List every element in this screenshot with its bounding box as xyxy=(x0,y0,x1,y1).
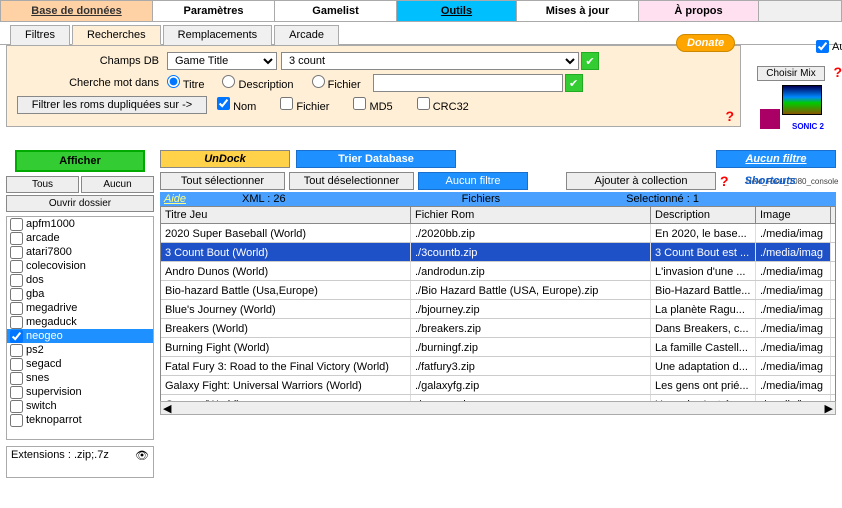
toolbar-help-icon[interactable]: ? xyxy=(720,173,729,189)
aide-link[interactable]: Aide xyxy=(164,193,186,205)
subtab-search[interactable]: Recherches xyxy=(72,25,161,45)
system-item[interactable]: arcade xyxy=(7,231,153,245)
tab-about[interactable]: À propos xyxy=(639,1,759,21)
left-panel: Afficher Tous Aucun Ouvrir dossier apfm1… xyxy=(6,150,154,478)
main-tabs: Base de données Paramètres Gamelist Outi… xyxy=(0,0,842,22)
champs-select[interactable]: Game Title xyxy=(167,52,277,70)
tout-desel-button[interactable]: Tout déselectionner xyxy=(289,172,414,190)
search-text-input[interactable] xyxy=(373,74,563,92)
subtab-replace[interactable]: Remplacements xyxy=(163,25,272,45)
info-bar: Aide XML : 26 Fichiers Selectionné : 1 xyxy=(160,192,836,206)
shortcuts-link[interactable]: Shortcuts xyxy=(745,175,796,187)
extensions-label: Extensions : .zip;.7z xyxy=(11,449,109,461)
choisir-mix-button[interactable]: Choisir Mix xyxy=(757,66,824,81)
table-row[interactable]: Blue's Journey (World)./bjourney.zipLa p… xyxy=(161,300,835,319)
auto-template-check[interactable]: Auto template xyxy=(816,40,842,53)
chk-nom[interactable]: Nom xyxy=(217,97,256,113)
tab-tools[interactable]: Outils xyxy=(397,1,517,21)
grid-header[interactable]: Titre Jeu Fichier Rom Description Image xyxy=(161,207,835,224)
col-desc[interactable]: Description xyxy=(651,207,756,223)
undock-button[interactable]: UnDock xyxy=(160,150,290,168)
subtab-filters[interactable]: Filtres xyxy=(10,25,70,45)
tous-button[interactable]: Tous xyxy=(6,176,79,193)
system-item[interactable]: gba xyxy=(7,287,153,301)
tab-gamelist[interactable]: Gamelist xyxy=(275,1,397,21)
champs-label: Champs DB xyxy=(17,55,167,67)
help-mix-icon[interactable]: ? xyxy=(833,64,842,80)
extensions-box: Extensions : .zip;.7z 👁 xyxy=(6,446,154,478)
confirm-text-icon[interactable]: ✔ xyxy=(565,74,583,92)
system-item[interactable]: megadrive xyxy=(7,301,153,315)
fichiers-label: Fichiers xyxy=(462,193,501,205)
subtab-arcade[interactable]: Arcade xyxy=(274,25,339,45)
motdans-label: Cherche mot dans xyxy=(17,77,167,89)
table-row[interactable]: 3 Count Bout (World)./3countb.zip3 Count… xyxy=(161,243,835,262)
filter-dup-button[interactable]: Filtrer les roms dupliquées sur -> xyxy=(17,96,207,114)
table-row[interactable]: 2020 Super Baseball (World)./2020bb.zipE… xyxy=(161,224,835,243)
chk-crc[interactable]: CRC32 xyxy=(417,97,469,113)
table-row[interactable]: Galaxy Fight: Universal Warriors (World)… xyxy=(161,376,835,395)
system-item[interactable]: supervision xyxy=(7,385,153,399)
ext-eye-icon[interactable]: 👁 xyxy=(135,449,149,462)
trier-button[interactable]: Trier Database xyxy=(296,150,456,168)
tab-params[interactable]: Paramètres xyxy=(153,1,275,21)
table-row[interactable]: Breakers (World)./breakers.zipDans Break… xyxy=(161,319,835,338)
system-item[interactable]: segacd xyxy=(7,357,153,371)
system-item[interactable]: teknoparrot xyxy=(7,413,153,427)
tab-updates[interactable]: Mises à jour xyxy=(517,1,639,21)
chk-md5[interactable]: MD5 xyxy=(353,97,392,113)
selection-label: Selectionné : 1 xyxy=(626,193,699,205)
aucun-filtre-top-button[interactable]: Aucun filtre xyxy=(716,150,836,168)
tout-sel-button[interactable]: Tout sélectionner xyxy=(160,172,285,190)
scroll-left-icon[interactable]: ◀ xyxy=(163,402,171,415)
table-row[interactable]: Fatal Fury 3: Road to the Final Victory … xyxy=(161,357,835,376)
col-img[interactable]: Image xyxy=(756,207,831,223)
table-row[interactable]: Andro Dunos (World)./androdun.zipL'invas… xyxy=(161,262,835,281)
template-thumbnail[interactable]: SONIC 2 xyxy=(760,85,822,129)
table-row[interactable]: Burning Fight (World)./burningf.zipLa fa… xyxy=(161,338,835,357)
radio-desc[interactable]: Description xyxy=(222,75,293,91)
ouvrir-dossier-button[interactable]: Ouvrir dossier xyxy=(6,195,154,212)
help-icon[interactable]: ? xyxy=(725,108,734,124)
game-grid[interactable]: Titre Jeu Fichier Rom Description Image … xyxy=(160,206,836,415)
afficher-button[interactable]: Afficher xyxy=(15,150,145,172)
col-titre[interactable]: Titre Jeu xyxy=(161,207,411,223)
aucun-button[interactable]: Aucun xyxy=(81,176,154,193)
system-list[interactable]: apfm1000arcadeatari7800colecovisiondosgb… xyxy=(6,216,154,440)
query-select[interactable]: 3 count xyxy=(281,52,579,70)
system-item[interactable]: ps2 xyxy=(7,343,153,357)
system-item[interactable]: colecovision xyxy=(7,259,153,273)
donate-button[interactable]: Donate xyxy=(676,34,735,52)
table-row[interactable]: Bio-hazard Battle (Usa,Europe)./Bio Haza… xyxy=(161,281,835,300)
col-rom[interactable]: Fichier Rom xyxy=(411,207,651,223)
chk-fichier[interactable]: Fichier xyxy=(280,97,329,113)
system-item[interactable]: snes xyxy=(7,371,153,385)
system-item[interactable]: neogeo xyxy=(7,329,153,343)
xml-count: XML : 26 xyxy=(242,193,286,205)
h-scrollbar[interactable]: ◀ ▶ xyxy=(160,401,836,415)
scroll-right-icon[interactable]: ▶ xyxy=(825,402,833,415)
radio-fichier[interactable]: Fichier xyxy=(312,75,361,91)
main-area: UnDock Trier Database Aucun filtre Tout … xyxy=(160,150,836,415)
system-item[interactable]: megaduck xyxy=(7,315,153,329)
tab-database[interactable]: Base de données xyxy=(1,1,153,21)
aucun-filtre-button[interactable]: Aucun filtre xyxy=(418,172,528,190)
system-item[interactable]: apfm1000 xyxy=(7,217,153,231)
system-item[interactable]: switch xyxy=(7,399,153,413)
search-panel: Champs DB Game Title 3 count ✔ Cherche m… xyxy=(6,45,741,127)
ajouter-collection-button[interactable]: Ajouter à collection xyxy=(566,172,716,190)
system-item[interactable]: atari7800 xyxy=(7,245,153,259)
radio-titre[interactable]: Titre xyxy=(167,75,204,91)
system-item[interactable]: dos xyxy=(7,273,153,287)
confirm-query-icon[interactable]: ✔ xyxy=(581,52,599,70)
